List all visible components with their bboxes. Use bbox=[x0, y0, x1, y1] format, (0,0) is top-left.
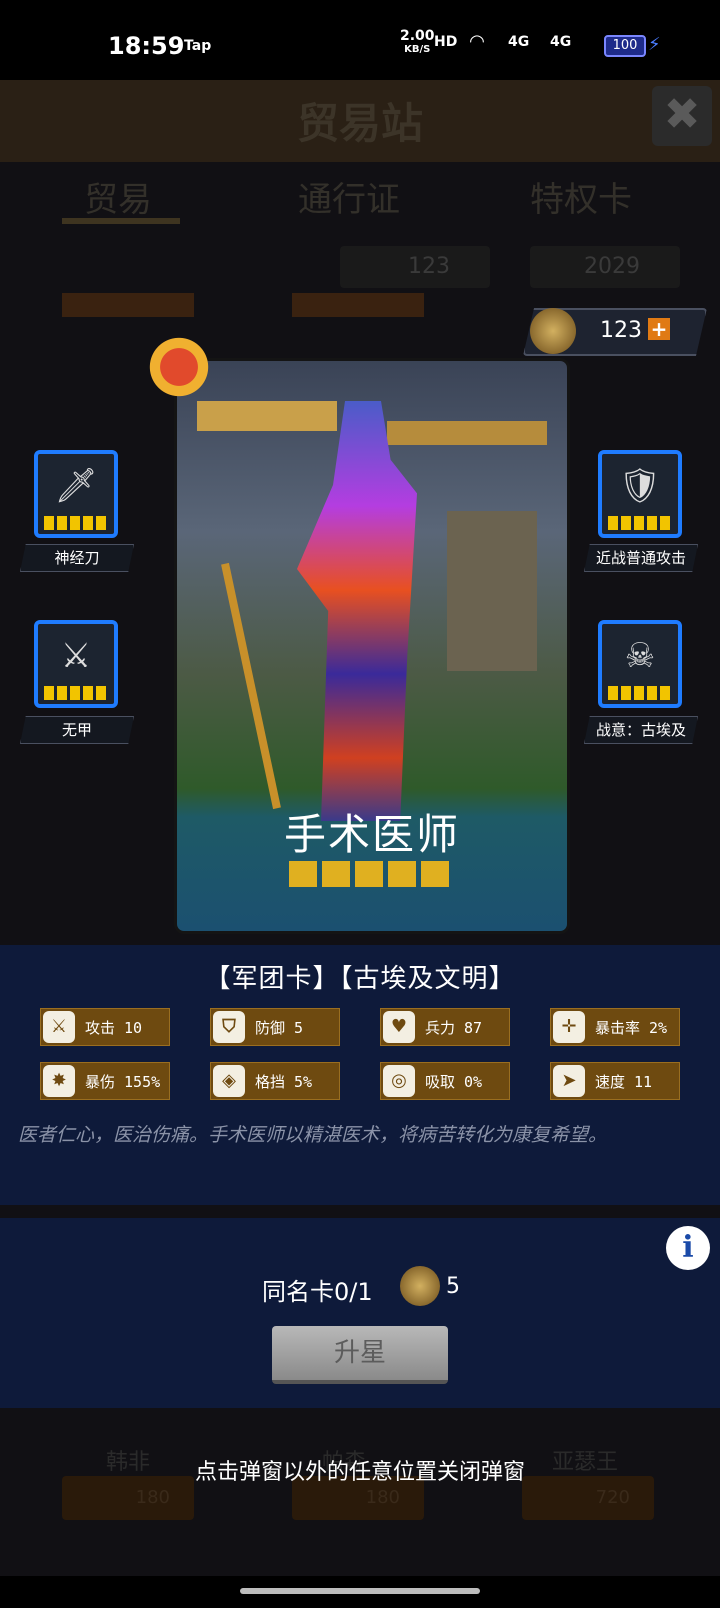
heart-icon: ♥ bbox=[383, 1011, 415, 1043]
skill-icon[interactable]: ⚔ bbox=[34, 620, 118, 708]
stat-drain: ◎ 吸取 0% bbox=[380, 1062, 510, 1100]
crown-icon bbox=[289, 861, 453, 887]
crown-icon bbox=[608, 686, 672, 700]
sword-icon: 🛡 bbox=[618, 466, 662, 506]
stat-defense: ⛉ 防御 5 bbox=[210, 1008, 340, 1046]
skill-label: 近战普通攻击 bbox=[584, 544, 698, 572]
stat-speed: ➤ 速度 11 bbox=[550, 1062, 680, 1100]
background-strip bbox=[62, 293, 194, 317]
clock: 18:59 bbox=[108, 32, 185, 60]
knight-icon: ⚔ bbox=[60, 636, 92, 676]
background-currency: 123 bbox=[340, 246, 490, 288]
background-currency: 2029 bbox=[530, 246, 680, 288]
skill-label: 无甲 bbox=[20, 716, 134, 744]
skill-icon[interactable]: ☠ bbox=[598, 620, 682, 708]
wifi-icon: ◠ bbox=[470, 31, 484, 52]
card-name: 手术医师 bbox=[283, 810, 460, 859]
battery-icon: 100 bbox=[604, 35, 646, 57]
card-tags: 【军团卡】【古埃及文明】 bbox=[204, 964, 516, 994]
medal-icon bbox=[530, 308, 576, 354]
crown-icon bbox=[44, 686, 108, 700]
card-cloud bbox=[197, 401, 337, 431]
skill-label: 战意：古埃及 bbox=[584, 716, 698, 744]
stat-crit-rate: ✛ 暴击率 2% bbox=[550, 1008, 680, 1046]
background-strip bbox=[292, 293, 424, 317]
card-building bbox=[447, 511, 537, 671]
crown-icon bbox=[608, 516, 672, 530]
app-tag: Tap bbox=[184, 38, 212, 54]
stat-attack: ⚔ 攻击 10 bbox=[40, 1008, 170, 1046]
skill-label: 神经刀 bbox=[20, 544, 134, 572]
upgrade-cost: 5 bbox=[446, 1274, 460, 1299]
card-staff bbox=[221, 562, 281, 810]
duplicate-count: 同名卡0/1 bbox=[262, 1278, 373, 1306]
tab-privilege: 特权卡 bbox=[530, 180, 632, 220]
card-cloud bbox=[387, 421, 547, 445]
tab-pass: 通行证 bbox=[298, 180, 400, 220]
info-button[interactable]: i bbox=[666, 1226, 710, 1270]
tab-underline bbox=[62, 218, 180, 224]
boot-icon: ➤ bbox=[553, 1065, 585, 1097]
hd-icon: HD bbox=[434, 34, 458, 50]
stat-troops: ♥ 兵力 87 bbox=[380, 1008, 510, 1046]
tab-trade: 贸易 bbox=[84, 180, 152, 220]
network-speed: 2.00 KB/S bbox=[400, 28, 435, 55]
close-hint: 点击弹窗以外的任意位置关闭弹窗 bbox=[194, 1460, 525, 1485]
medal-icon bbox=[400, 1266, 440, 1306]
rank-badge-icon bbox=[146, 334, 212, 400]
card-description: 医者仁心，医治伤痛。手术医师以精湛医术，将病苦转化为康复希望。 bbox=[18, 1124, 608, 1146]
skill-icon[interactable]: 🛡 bbox=[598, 450, 682, 538]
block-icon: ◈ bbox=[213, 1065, 245, 1097]
add-medal-button[interactable]: + bbox=[648, 318, 670, 340]
warrior-icon: 🗡 bbox=[54, 466, 98, 506]
sword-icon: ⚔ bbox=[43, 1011, 75, 1043]
background-title: 贸易站 bbox=[296, 99, 423, 148]
signal-icon: 4G bbox=[550, 34, 572, 50]
crown-icon bbox=[44, 516, 108, 530]
medal-count: 123 bbox=[600, 318, 642, 343]
skull-icon: ☠ bbox=[624, 636, 656, 676]
close-icon: ✖ bbox=[652, 86, 712, 146]
home-indicator[interactable] bbox=[240, 1588, 480, 1594]
hero-card: 手术医师 bbox=[174, 358, 570, 934]
burst-icon: ✸ bbox=[43, 1065, 75, 1097]
card-hero-figure bbox=[297, 401, 417, 821]
stat-block: ◈ 格挡 5% bbox=[210, 1062, 340, 1100]
charging-icon: ⚡ bbox=[648, 34, 661, 55]
stat-crit-damage: ✸ 暴伤 155% bbox=[40, 1062, 170, 1100]
drain-icon: ◎ bbox=[383, 1065, 415, 1097]
skill-icon[interactable]: 🗡 bbox=[34, 450, 118, 538]
shield-icon: ⛉ bbox=[213, 1011, 245, 1043]
signal-icon: 4G bbox=[508, 34, 530, 50]
crit-icon: ✛ bbox=[553, 1011, 585, 1043]
upgrade-star-button[interactable]: 升星 bbox=[272, 1326, 448, 1384]
